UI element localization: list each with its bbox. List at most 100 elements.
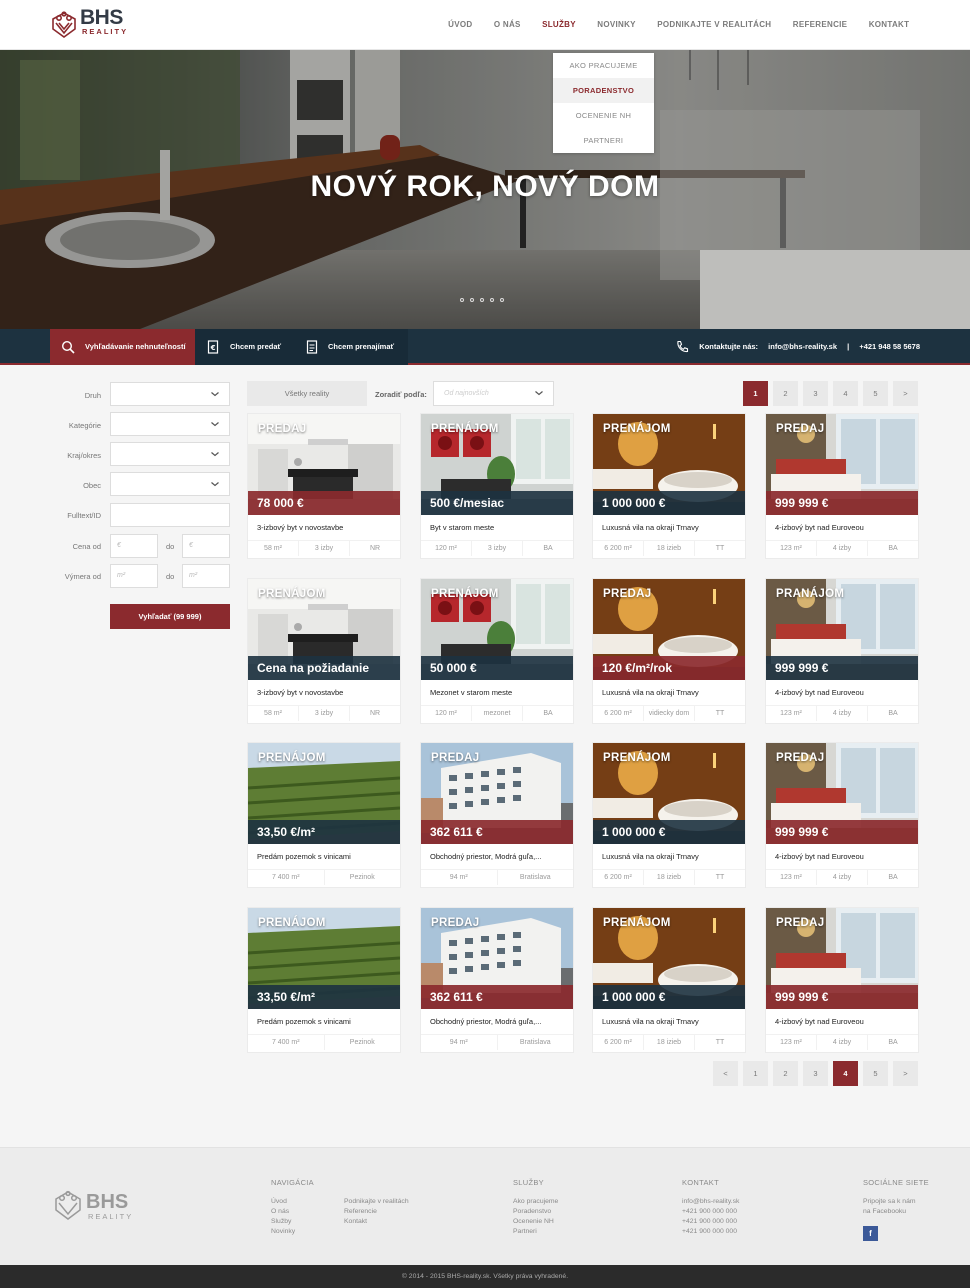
listing-photo[interactable]: PRENÁJOM 1 000 000 € [593, 908, 745, 1009]
footer-link[interactable]: Kontakt [344, 1217, 409, 1227]
listing-title[interactable]: Luxusná vila na okraji Trnavy [602, 523, 740, 532]
listing-photo[interactable]: PREDAJ 78 000 € [248, 414, 400, 515]
tab-want-to-rent[interactable]: Chcem prenajímať [293, 329, 408, 365]
listing-title[interactable]: Obchodný priestor, Modrá guľa,... [430, 852, 568, 861]
nav-item-kontakt[interactable]: Kontakt [858, 0, 920, 50]
listing-card[interactable]: PREDAJ 999 999 € 4-izbový byt nad Euroveou… [765, 742, 919, 888]
page-button[interactable]: 3 [803, 1061, 828, 1086]
listing-card[interactable]: PREDAJ 362 611 € Obchodný priestor, Modrá … [420, 907, 574, 1053]
page-button[interactable]: 2 [773, 381, 798, 406]
slider-dot[interactable] [470, 298, 474, 302]
fulltext-input[interactable] [110, 503, 230, 527]
contact-phone-link[interactable]: +421 948 58 5678 [859, 342, 920, 351]
next-page-button[interactable]: > [893, 381, 918, 406]
nav-item-referencie[interactable]: Referencie [782, 0, 858, 50]
page-button[interactable]: 5 [863, 1061, 888, 1086]
listing-title[interactable]: Luxusná vila na okraji Trnavy [602, 688, 740, 697]
listing-photo[interactable]: PREDAJ 999 999 € [766, 414, 918, 515]
area-from-input[interactable]: m² [110, 564, 158, 588]
footer-logo-icon[interactable]: BHS REALITY [53, 1188, 153, 1224]
listing-title[interactable]: Mezonet v starom meste [430, 688, 568, 697]
listing-photo[interactable]: PRENÁJOM 33,50 €/m² [248, 908, 400, 1009]
all-listings-button[interactable]: Všetky reality [247, 381, 367, 406]
listing-title[interactable]: Byt v starom meste [430, 523, 568, 532]
next-page-button[interactable]: > [893, 1061, 918, 1086]
listing-title[interactable]: Luxusná vila na okraji Trnavy [602, 852, 740, 861]
listing-card[interactable]: PRENÁJOM 33,50 €/m² Predám pozemok s vinic… [247, 742, 401, 888]
footer-link[interactable]: Ocenenie NH [513, 1217, 558, 1227]
listing-card[interactable]: PRENÁJOM 33,50 €/m² Predám pozemok s vinic… [247, 907, 401, 1053]
listing-photo[interactable]: PRENÁJOM 50 000 € [421, 579, 573, 680]
page-button[interactable]: 1 [743, 1061, 768, 1086]
listing-card[interactable]: PRENÁJOM 50 000 € Mezonet v starom meste 12… [420, 578, 574, 724]
listing-card[interactable]: PRENÁJOM 1 000 000 € Luxusná vila na okraj… [592, 742, 746, 888]
listing-photo[interactable]: PRENÁJOM Cena na požiadanie [248, 579, 400, 680]
nav-item-novinky[interactable]: Novinky [587, 0, 647, 50]
page-button[interactable]: 3 [803, 381, 828, 406]
listing-card[interactable]: PRANÁJOM 999 999 € 4-izbový byt nad Eurove… [765, 578, 919, 724]
prev-page-button[interactable]: < [713, 1061, 738, 1086]
listing-card[interactable]: PREDAJ 120 €/m²/rok Luxusná vila na okraji… [592, 578, 746, 724]
footer-email-link[interactable]: info@bhs-reality.sk [682, 1197, 739, 1207]
listing-title[interactable]: 4-izbový byt nad Euroveou [775, 852, 913, 861]
listing-card[interactable]: PREDAJ 999 999 € 4-izbový byt nad Euroveou… [765, 907, 919, 1053]
listing-card[interactable]: PREDAJ 362 611 € Obchodný priestor, Modrá … [420, 742, 574, 888]
listing-title[interactable]: 4-izbový byt nad Euroveou [775, 688, 913, 697]
facebook-icon[interactable]: f [863, 1226, 878, 1241]
listing-card[interactable]: PREDAJ 78 000 € 3-izbový byt v novostavbe 5… [247, 413, 401, 559]
listing-photo[interactable]: PRENÁJOM 1 000 000 € [593, 743, 745, 844]
tab-search-properties[interactable]: Vyhľadávanie nehnuteľností [50, 329, 195, 365]
nav-item-uvod[interactable]: Úvod [437, 0, 483, 50]
listing-card[interactable]: PREDAJ 999 999 € 4-izbový byt nad Euroveou… [765, 413, 919, 559]
listing-title[interactable]: 4-izbový byt nad Euroveou [775, 523, 913, 532]
listing-photo[interactable]: PREDAJ 362 611 € [421, 908, 573, 1009]
listing-photo[interactable]: PRANÁJOM 999 999 € [766, 579, 918, 680]
listing-photo[interactable]: PRENÁJOM 500 €/mesiac [421, 414, 573, 515]
page-button[interactable]: 4 [833, 381, 858, 406]
dropdown-item-ako-pracujeme[interactable]: Ako pracujeme [553, 53, 654, 78]
filter-select-obec[interactable] [110, 472, 230, 496]
listing-title[interactable]: 3-izbový byt v novostavbe [257, 688, 395, 697]
footer-link[interactable]: Poradenstvo [513, 1207, 558, 1217]
listing-title[interactable]: Luxusná vila na okraji Trnavy [602, 1017, 740, 1026]
listing-photo[interactable]: PREDAJ 120 €/m²/rok [593, 579, 745, 680]
page-button[interactable]: 1 [743, 381, 768, 406]
search-submit-button[interactable]: Vyhľadať (99 999) [110, 604, 230, 629]
listing-card[interactable]: PRENÁJOM 1 000 000 € Luxusná vila na okraj… [592, 413, 746, 559]
listing-title[interactable]: Predám pozemok s vinicami [257, 852, 395, 861]
listing-title[interactable]: Obchodný priestor, Modrá guľa,... [430, 1017, 568, 1026]
listing-card[interactable]: PRENÁJOM 500 €/mesiac Byt v starom meste 12… [420, 413, 574, 559]
listing-photo[interactable]: PRENÁJOM 33,50 €/m² [248, 743, 400, 844]
listing-title[interactable]: 4-izbový byt nad Euroveou [775, 1017, 913, 1026]
sort-select[interactable]: Od najnovších [433, 381, 554, 406]
nav-item-sluzby[interactable]: Služby [531, 0, 586, 50]
listing-card[interactable]: PRENÁJOM 1 000 000 € Luxusná vila na okraj… [592, 907, 746, 1053]
filter-select-kraj[interactable] [110, 442, 230, 466]
area-to-input[interactable]: m² [182, 564, 230, 588]
price-to-input[interactable]: € [182, 534, 230, 558]
listing-title[interactable]: Predám pozemok s vinicami [257, 1017, 395, 1026]
page-button[interactable]: 5 [863, 381, 888, 406]
listing-photo[interactable]: PREDAJ 999 999 € [766, 908, 918, 1009]
footer-link[interactable]: Referencie [344, 1207, 409, 1217]
footer-link[interactable]: Ako pracujeme [513, 1197, 558, 1207]
price-from-input[interactable]: € [110, 534, 158, 558]
listing-photo[interactable]: PREDAJ 999 999 € [766, 743, 918, 844]
footer-link[interactable]: O nás [271, 1207, 295, 1217]
dropdown-item-poradenstvo[interactable]: Poradenstvo [553, 78, 654, 103]
filter-select-druh[interactable] [110, 382, 230, 406]
dropdown-item-ocenenie[interactable]: Ocenenie NH [553, 103, 654, 128]
footer-link[interactable]: Služby [271, 1217, 295, 1227]
page-button[interactable]: 4 [833, 1061, 858, 1086]
footer-link[interactable]: Podnikajte v realitách [344, 1197, 409, 1207]
slider-dot[interactable] [480, 298, 484, 302]
slider-dot[interactable] [500, 298, 504, 302]
listing-photo[interactable]: PRENÁJOM 1 000 000 € [593, 414, 745, 515]
footer-link[interactable]: Novinky [271, 1227, 295, 1237]
listing-photo[interactable]: PREDAJ 362 611 € [421, 743, 573, 844]
listing-title[interactable]: 3-izbový byt v novostavbe [257, 523, 395, 532]
footer-link[interactable]: Úvod [271, 1197, 295, 1207]
nav-item-o-nas[interactable]: O nás [483, 0, 531, 50]
contact-email-link[interactable]: info@bhs-reality.sk [768, 342, 837, 351]
listing-card[interactable]: PRENÁJOM Cena na požiadanie 3-izbový byt v… [247, 578, 401, 724]
